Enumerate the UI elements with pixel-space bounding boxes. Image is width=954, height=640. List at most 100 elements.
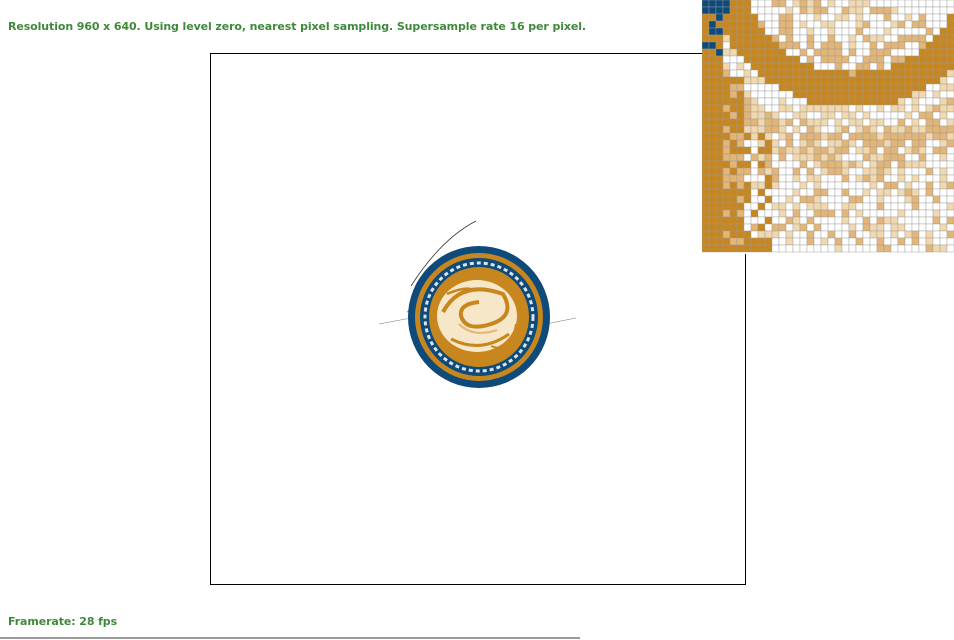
zoom-pixel bbox=[862, 0, 871, 8]
zoom-pixel bbox=[813, 195, 822, 204]
zoom-pixel bbox=[946, 132, 954, 141]
zoom-pixel bbox=[876, 55, 885, 64]
zoom-pixel bbox=[918, 230, 927, 239]
zoom-pixel bbox=[883, 111, 892, 120]
zoom-pixel bbox=[925, 48, 934, 57]
zoom-pixel bbox=[778, 41, 787, 50]
zoom-pixel bbox=[729, 139, 738, 148]
zoom-pixel bbox=[932, 62, 941, 71]
zoom-pixel bbox=[736, 244, 745, 253]
zoom-pixel bbox=[827, 153, 836, 162]
zoom-pixel bbox=[743, 244, 752, 253]
zoom-pixel bbox=[792, 125, 801, 134]
zoom-pixel bbox=[946, 167, 954, 176]
zoom-pixel bbox=[806, 139, 815, 148]
render-viewport[interactable] bbox=[210, 53, 746, 585]
zoom-pixel bbox=[715, 153, 724, 162]
zoom-pixel bbox=[729, 160, 738, 169]
zoom-pixel bbox=[925, 111, 934, 120]
zoom-pixel bbox=[764, 62, 773, 71]
zoom-pixel bbox=[904, 27, 913, 36]
zoom-pixel bbox=[799, 111, 808, 120]
seal-swirl bbox=[437, 280, 517, 352]
zoom-pixel bbox=[939, 20, 948, 29]
zoom-pixel bbox=[939, 62, 948, 71]
zoom-pixel bbox=[897, 139, 906, 148]
zoom-pixel bbox=[799, 69, 808, 78]
zoom-pixel bbox=[939, 153, 948, 162]
zoom-pixel bbox=[820, 0, 829, 8]
zoom-pixel bbox=[715, 62, 724, 71]
zoom-pixel bbox=[925, 104, 934, 113]
zoom-pixel bbox=[792, 62, 801, 71]
zoom-pixel bbox=[897, 13, 906, 22]
zoom-pixel bbox=[834, 104, 843, 113]
zoom-pixel bbox=[764, 244, 773, 253]
zoom-pixel bbox=[743, 118, 752, 127]
zoom-pixel bbox=[918, 195, 927, 204]
zoom-pixel bbox=[876, 202, 885, 211]
zoom-pixel bbox=[715, 41, 724, 50]
zoom-pixel bbox=[729, 69, 738, 78]
zoom-pixel bbox=[757, 76, 766, 85]
zoom-pixel bbox=[771, 230, 780, 239]
zoom-pixel bbox=[820, 48, 829, 57]
zoom-pixel bbox=[939, 13, 948, 22]
zoom-pixel bbox=[911, 202, 920, 211]
zoom-pixel bbox=[834, 216, 843, 225]
zoom-pixel bbox=[911, 167, 920, 176]
zoom-pixel bbox=[708, 41, 717, 50]
zoom-pixel bbox=[834, 55, 843, 64]
zoom-pixel bbox=[778, 76, 787, 85]
zoom-pixel bbox=[771, 174, 780, 183]
zoom-pixel bbox=[848, 132, 857, 141]
zoom-pixel bbox=[918, 132, 927, 141]
zoom-pixel bbox=[939, 97, 948, 106]
zoom-pixel bbox=[729, 97, 738, 106]
zoom-pixel bbox=[911, 6, 920, 15]
zoom-pixel bbox=[792, 223, 801, 232]
zoom-pixel bbox=[785, 160, 794, 169]
zoom-pixel bbox=[904, 111, 913, 120]
zoom-pixel bbox=[792, 111, 801, 120]
zoom-pixel bbox=[799, 20, 808, 29]
zoom-pixel bbox=[834, 118, 843, 127]
zoom-pixel bbox=[869, 76, 878, 85]
zoom-pixel bbox=[932, 20, 941, 29]
zoom-pixel bbox=[715, 104, 724, 113]
zoom-pixel bbox=[750, 153, 759, 162]
zoom-pixel bbox=[897, 167, 906, 176]
zoom-pixel bbox=[729, 174, 738, 183]
zoom-pixel bbox=[708, 69, 717, 78]
zoom-pixel bbox=[799, 118, 808, 127]
zoom-pixel bbox=[708, 62, 717, 71]
zoom-pixel bbox=[778, 125, 787, 134]
zoom-pixel bbox=[946, 146, 954, 155]
zoom-pixel bbox=[820, 69, 829, 78]
zoom-pixel bbox=[750, 83, 759, 92]
zoom-pixel bbox=[848, 41, 857, 50]
zoom-pixel bbox=[702, 125, 710, 134]
zoom-pixel bbox=[778, 97, 787, 106]
zoom-pixel bbox=[702, 20, 710, 29]
zoom-pixel bbox=[869, 132, 878, 141]
zoom-pixel bbox=[702, 230, 710, 239]
zoom-pixel bbox=[771, 181, 780, 190]
zoom-pixel bbox=[778, 20, 787, 29]
zoom-pixel bbox=[743, 160, 752, 169]
zoom-pixel bbox=[890, 27, 899, 36]
zoom-pixel bbox=[750, 139, 759, 148]
zoom-pixel bbox=[911, 244, 920, 253]
zoom-pixel bbox=[918, 97, 927, 106]
zoom-pixel bbox=[925, 20, 934, 29]
zoom-pixel bbox=[883, 6, 892, 15]
zoom-pixel bbox=[848, 160, 857, 169]
zoom-pixel bbox=[827, 69, 836, 78]
zoom-pixel bbox=[876, 111, 885, 120]
zoom-pixel bbox=[799, 48, 808, 57]
zoom-pixel bbox=[792, 76, 801, 85]
zoom-pixel bbox=[932, 118, 941, 127]
zoom-pixel bbox=[799, 146, 808, 155]
zoom-pixel bbox=[883, 62, 892, 71]
zoom-pixel bbox=[883, 76, 892, 85]
